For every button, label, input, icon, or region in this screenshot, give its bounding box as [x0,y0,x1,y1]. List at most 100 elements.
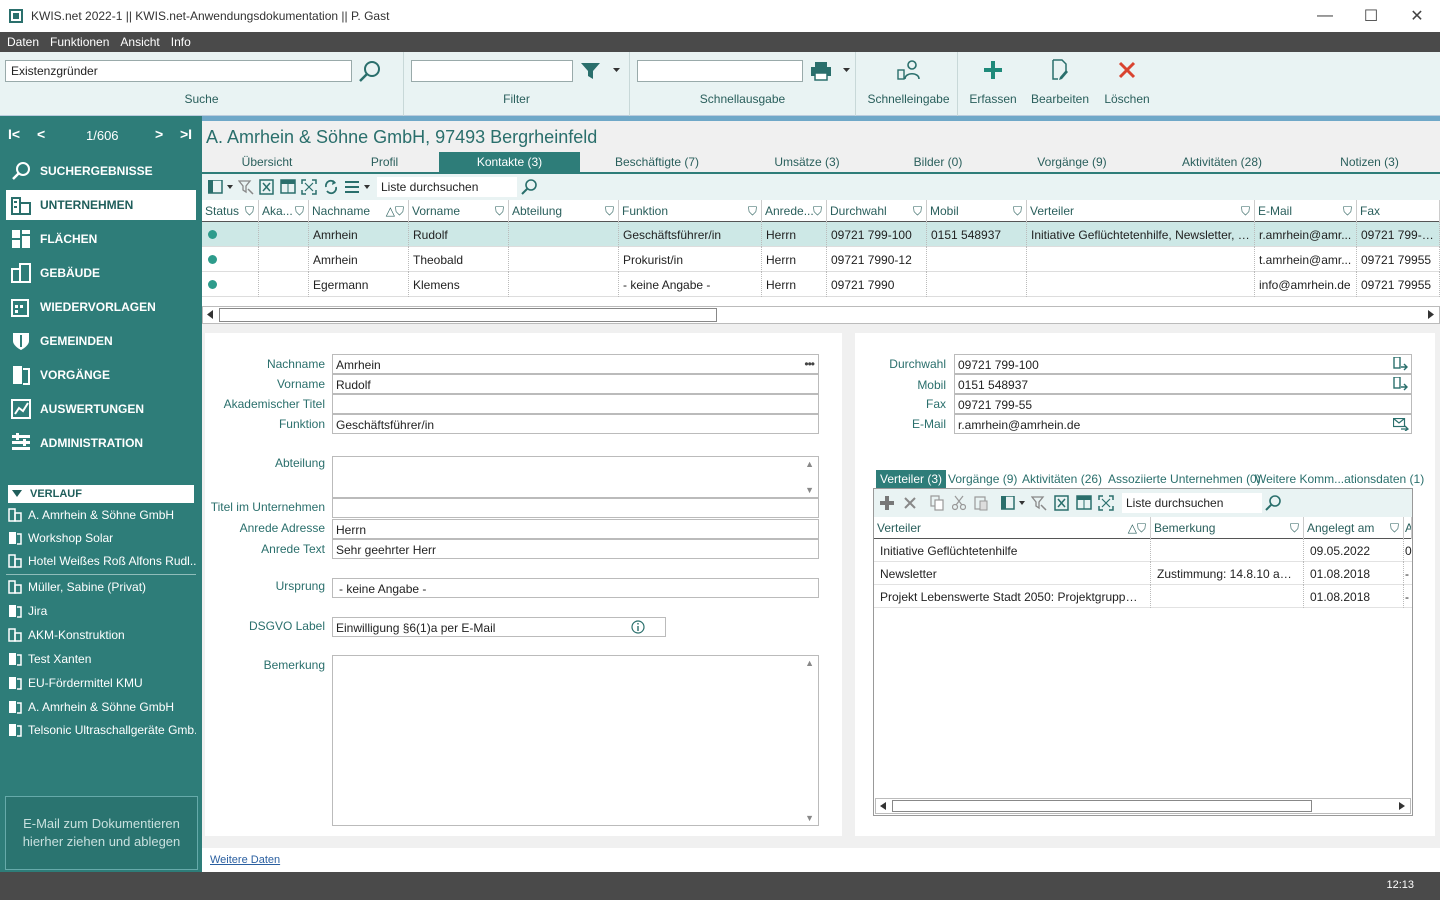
history-item[interactable]: Workshop Solar [8,527,196,549]
col-verteiler[interactable]: Verteiler ⛉ [1027,200,1255,222]
nav-wiedervorlagen[interactable]: WIEDERVORLAGEN [6,292,196,322]
menu-lines-icon[interactable] [345,180,373,194]
subtab-vorgaenge[interactable]: Vorgänge (9) [948,470,1017,488]
col-status[interactable]: Status ⛉ [202,200,259,222]
scroll-right-icon[interactable] [1427,310,1435,320]
cut-icon[interactable] [952,495,966,511]
refresh-icon[interactable] [323,179,339,195]
history-item[interactable]: Hotel Weißes Roß Alfons Rudl... [8,550,196,572]
verteiler-horizontal-scrollbar[interactable] [875,798,1411,814]
weitere-daten-link[interactable]: Weitere Daten [210,854,280,866]
col-aka[interactable]: Aka... ⛉ [259,200,309,222]
col-durchwahl[interactable]: Durchwahl ⛉ [827,200,927,222]
more-options-icon[interactable]: ••• [804,357,815,371]
first-record-button[interactable]: I< [8,126,20,142]
add-icon[interactable] [880,496,894,510]
tab-umsaetze[interactable]: Umsätze (3) [762,152,852,172]
table-row[interactable]: Amrhein Theobald Prokurist/in Herrn 0972… [202,247,1440,272]
table-icon[interactable] [280,179,296,195]
subtab-assoziierte[interactable]: Assoziierte Unternehmen (0) [1108,470,1261,488]
next-record-button[interactable]: > [155,126,163,142]
nav-auswertungen[interactable]: AUSWERTUNGEN [6,394,196,424]
nav-administration[interactable]: ADMINISTRATION [6,428,196,458]
filter-input[interactable] [411,60,573,82]
verteiler-search-input[interactable]: Liste durchsuchen [1122,493,1262,513]
nav-vorgaenge[interactable]: VORGÄNGE [6,360,196,390]
printer-icon[interactable] [810,61,832,81]
col-funktion[interactable]: Funktion ⛉ [619,200,762,222]
history-item[interactable]: A. Amrhein & Söhne GmbH [8,504,196,526]
history-item[interactable]: EU-Fördermittel KMU [8,672,196,694]
nav-gebaeude[interactable]: GEBÄUDE [6,258,196,288]
history-item[interactable]: A. Amrhein & Söhne GmbH [8,696,196,718]
history-item[interactable]: Jira [8,600,196,622]
anrede-text-field[interactable]: Sehr geehrter Herr [332,539,819,559]
col-nachname[interactable]: Nachname △⛉ [309,200,409,222]
funktion-field[interactable]: Geschäftsführer/in [332,414,819,434]
search-icon[interactable] [358,60,382,84]
excel-export-icon[interactable] [259,179,275,195]
tab-beschaeftigte[interactable]: Beschäftigte (7) [607,152,707,172]
akad-titel-field[interactable] [332,394,819,414]
search-input[interactable]: Existenzgründer [5,60,352,82]
table-row[interactable]: Initiative Geflüchtetenhilfe 09.05.2022 … [874,539,1412,562]
tab-aktivitaeten[interactable]: Aktivitäten (28) [1172,152,1272,172]
nav-suchergebnisse[interactable]: SUCHERGEBNISSE [6,156,196,186]
grid-horizontal-scrollbar[interactable] [202,306,1440,324]
col-anrede[interactable]: Anrede... ⛉ [762,200,827,222]
dial-mobile-icon[interactable] [1393,377,1409,391]
history-item[interactable]: Telsonic Ultraschallgeräte Gmb... [8,719,196,741]
menu-ansicht[interactable]: Ansicht [120,35,159,49]
tab-kontakte[interactable]: Kontakte (3) [439,152,580,172]
grid-search-input[interactable]: Liste durchsuchen [377,177,517,197]
scroll-thumb[interactable] [892,800,1312,812]
clear-filter-icon[interactable] [1031,495,1047,511]
history-item[interactable]: AKM-Konstruktion [8,624,196,646]
columns-icon[interactable] [208,180,236,194]
create-button[interactable]: Erfassen [964,52,1022,116]
ursprung-select[interactable]: - keine Angabe - [332,578,819,598]
menu-info[interactable]: Info [171,35,191,49]
bemerkung-field[interactable]: ▲ ▼ [332,655,819,826]
paste-icon[interactable] [974,495,988,511]
history-header[interactable]: VERLAUF [8,485,194,503]
email-field[interactable]: r.amrhein@amrhein.de [954,414,1412,434]
mobil-field[interactable]: 0151 548937 [954,374,1412,394]
nachname-field[interactable]: Amrhein ••• [332,354,819,374]
scroll-left-icon[interactable] [879,802,887,811]
scroll-thumb[interactable] [219,308,717,322]
scroll-left-icon[interactable] [206,310,214,320]
col-fax[interactable]: Fax [1357,200,1440,222]
expand-icon[interactable] [301,179,317,195]
prev-record-button[interactable]: < [37,126,45,142]
filter-dropdown-icon[interactable] [613,68,621,74]
send-email-icon[interactable] [1393,418,1409,431]
col-bemerkung[interactable]: Bemerkung ⛉ [1151,517,1304,539]
col-abteilung[interactable]: Abteilung ⛉ [509,200,619,222]
tab-uebersicht[interactable]: Übersicht [222,152,312,172]
tab-bilder[interactable]: Bilder (0) [902,152,974,172]
nav-unternehmen[interactable]: UNTERNEHMEN [6,190,196,220]
print-dropdown-icon[interactable] [843,68,851,74]
tab-vorgaenge[interactable]: Vorgänge (9) [1027,152,1117,172]
edit-button[interactable]: Bearbeiten [1026,52,1094,116]
col-email[interactable]: E-Mail ⛉ [1255,200,1357,222]
col-vorname[interactable]: Vorname ⛉ [409,200,509,222]
remove-icon[interactable] [903,496,917,510]
vorname-field[interactable]: Rudolf [332,374,819,394]
history-item[interactable]: Test Xanten [8,648,196,670]
table-row[interactable]: Newsletter Zustimmung: 14.8.10 auf I... … [874,562,1412,585]
col-angelegt[interactable]: Angelegt am ⛉ [1304,517,1404,539]
info-icon[interactable] [631,620,645,634]
filter-icon[interactable] [580,61,602,81]
abteilung-field[interactable]: ▲ ▼ [332,456,819,498]
email-dropzone[interactable]: E-Mail zum Dokumentieren hierher ziehen u… [5,796,198,870]
dsgvo-field[interactable]: Einwilligung §6(1)a per E-Mail [332,617,666,637]
titel-field[interactable] [332,498,819,518]
quickprint-input[interactable] [637,60,803,82]
tab-notizen[interactable]: Notizen (3) [1327,152,1412,172]
menu-daten[interactable]: Daten [7,35,39,49]
excel-export-icon[interactable] [1054,495,1070,511]
expand-icon[interactable] [1098,495,1114,511]
maximize-button[interactable]: ☐ [1348,0,1394,32]
